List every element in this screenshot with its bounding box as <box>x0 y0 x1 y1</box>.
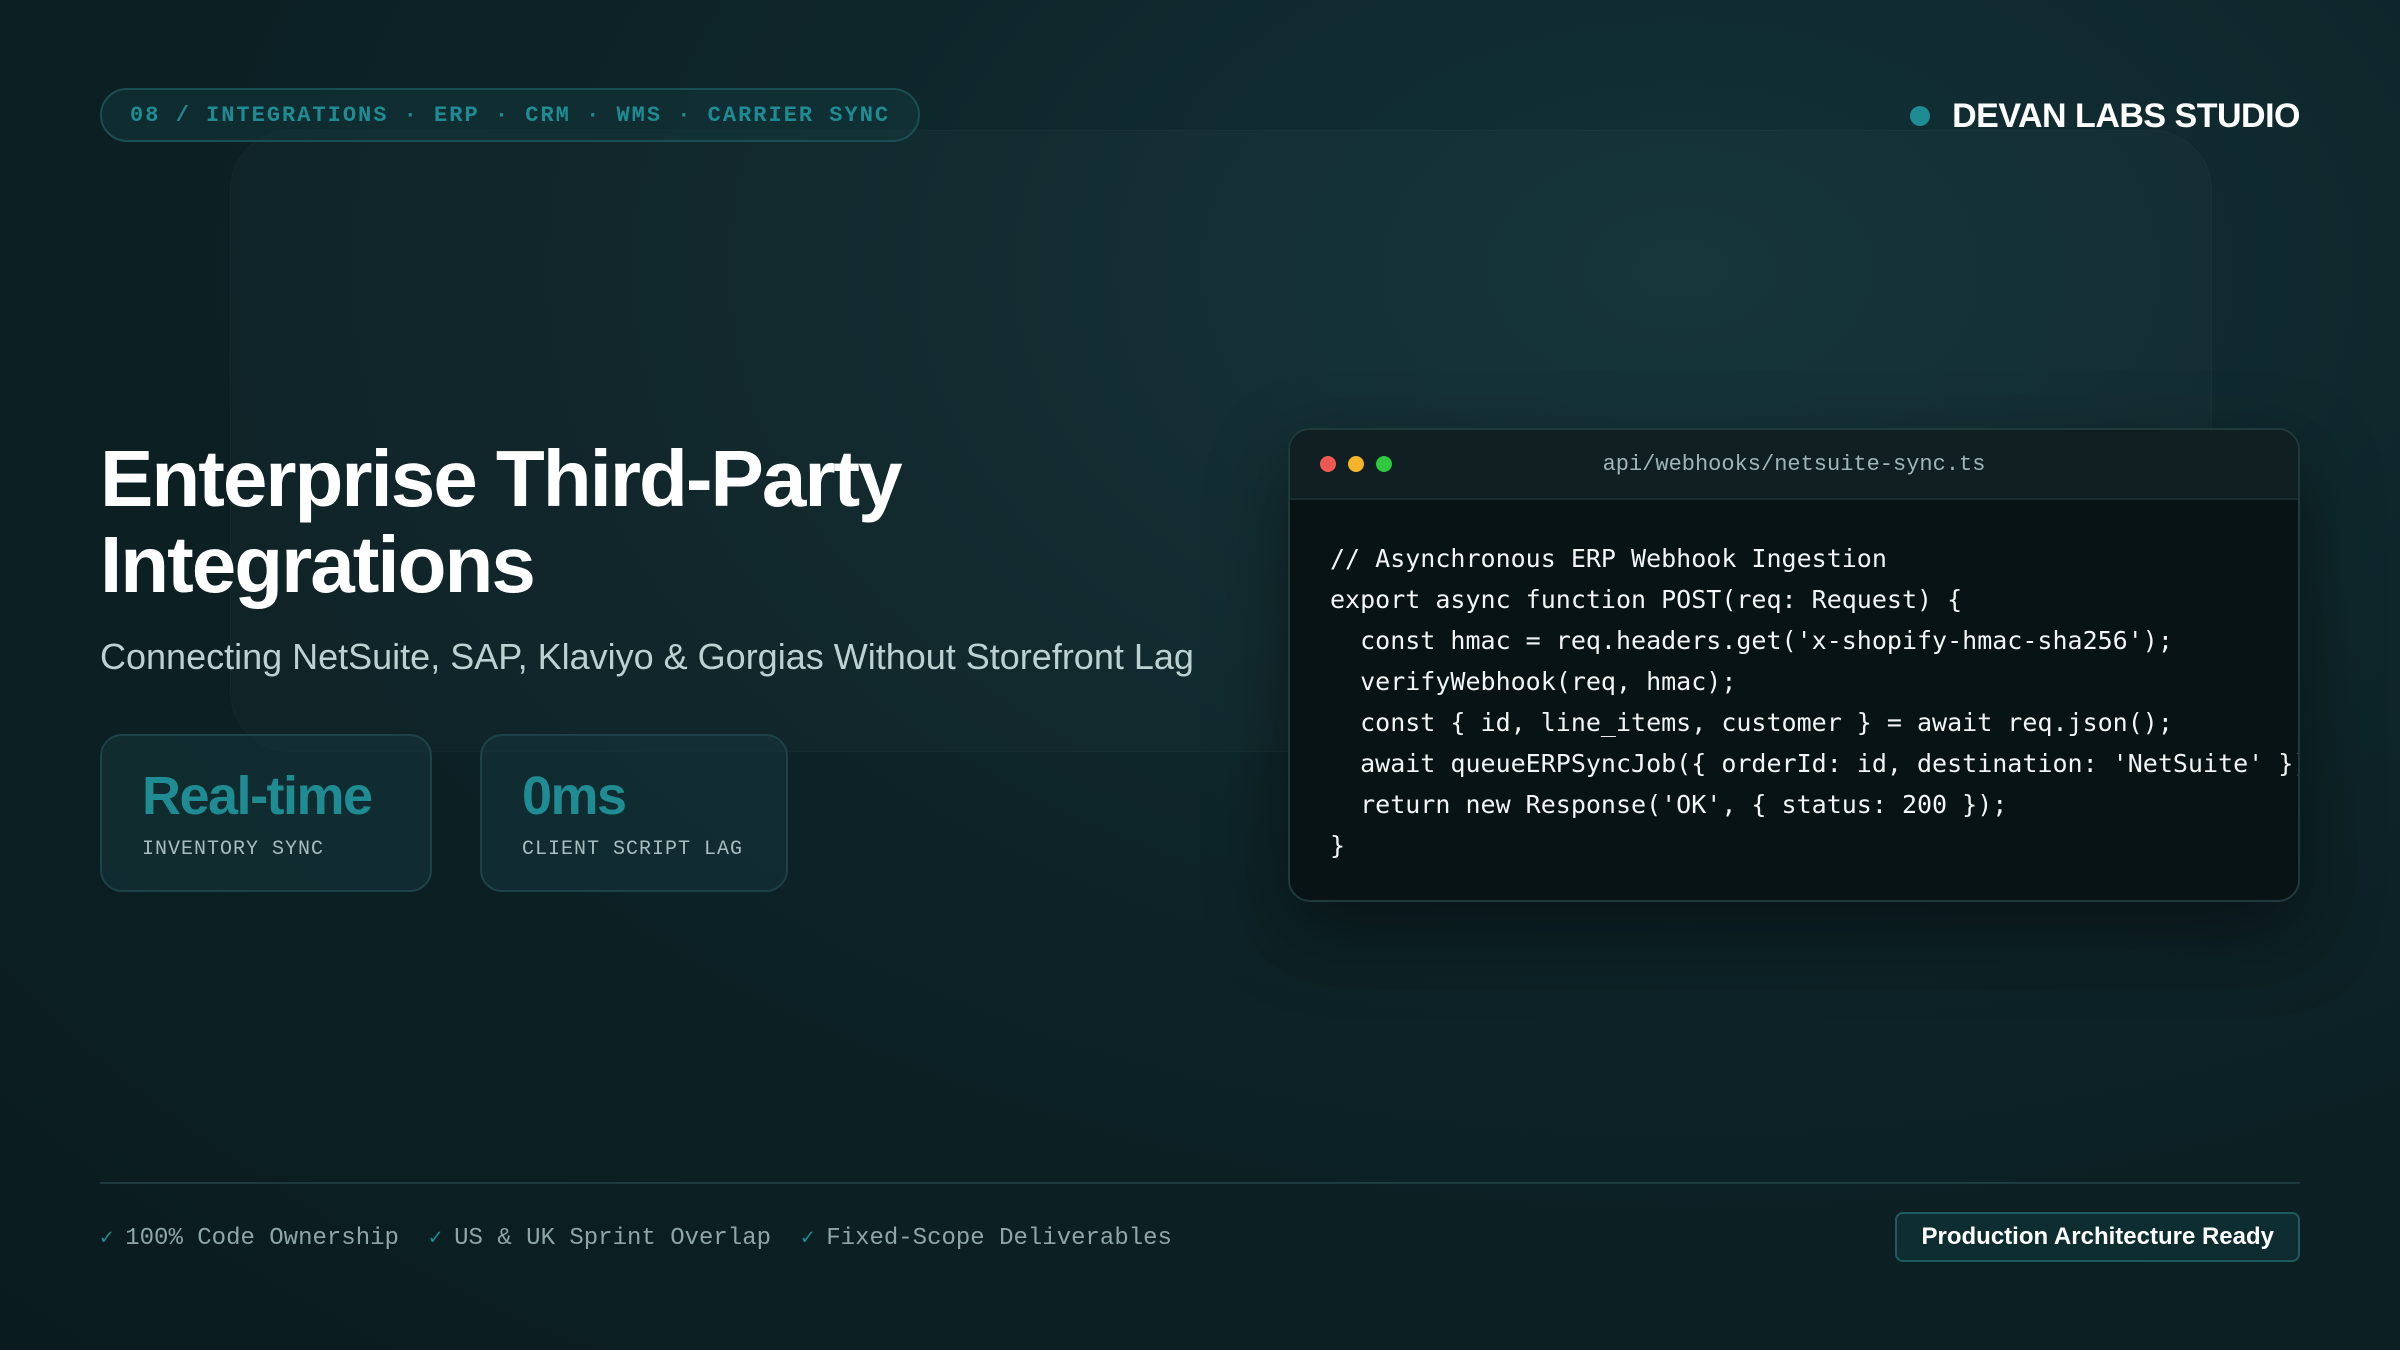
code-line: // Asynchronous ERP Webhook Ingestion <box>1330 544 1887 573</box>
code-line: const hmac = req.headers.get('x-shopify-… <box>1330 626 2173 655</box>
feature-item-sprint-overlap: ✓ US & UK Sprint Overlap <box>429 1225 771 1252</box>
code-editor-window: api/webhooks/netsuite-sync.ts // Asynchr… <box>1288 428 2300 902</box>
check-icon: ✓ <box>801 1226 815 1251</box>
code-filename: api/webhooks/netsuite-sync.ts <box>1602 452 1986 477</box>
badge-label: Production Architecture Ready <box>1921 1223 2274 1250</box>
section-breadcrumb: 08 / INTEGRATIONS · ERP · CRM · WMS · CA… <box>100 88 921 142</box>
code-block: // Asynchronous ERP Webhook Ingestion ex… <box>1290 500 2298 866</box>
code-line: export async function POST(req: Request)… <box>1330 585 1963 614</box>
code-line: await queueERPSyncJob({ orderId: id, des… <box>1330 749 2300 778</box>
feature-label: 100% Code Ownership <box>125 1224 399 1252</box>
breadcrumb-text: 08 / INTEGRATIONS · ERP · CRM · WMS · CA… <box>130 102 891 128</box>
feature-item-code-ownership: ✓ 100% Code Ownership <box>100 1225 399 1252</box>
check-icon: ✓ <box>428 1226 443 1251</box>
stat-label: CLIENT SCRIPT LAG <box>522 838 744 861</box>
code-line: } <box>1330 831 1346 860</box>
stat-card-inventory-sync: Real-time INVENTORY SYNC <box>100 734 432 892</box>
brand-name: DEVAN LABS STUDIO <box>1952 96 2300 135</box>
stat-value: Real-time <box>142 766 373 826</box>
stat-value: 0ms <box>522 766 627 826</box>
check-icon: ✓ <box>100 1226 114 1251</box>
page-title: Enterprise Third-Party Integrations <box>100 434 903 609</box>
code-line: verifyWebhook(req, hmac); <box>1330 667 1737 696</box>
code-window-titlebar: api/webhooks/netsuite-sync.ts <box>1290 430 2298 500</box>
code-line: const { id, line_items, customer } = awa… <box>1330 708 2173 737</box>
feature-list: ✓ 100% Code Ownership ✓ US & UK Sprint O… <box>100 1222 1172 1254</box>
feature-item-fixed-scope: ✓ Fixed-Scope Deliverables <box>801 1225 1172 1252</box>
code-line: return new Response('OK', { status: 200 … <box>1330 790 2008 819</box>
production-ready-badge: Production Architecture Ready <box>1895 1212 2300 1262</box>
feature-label: US & UK Sprint Overlap <box>454 1224 772 1252</box>
footer-divider <box>100 1182 2300 1184</box>
feature-label: Fixed-Scope Deliverables <box>826 1224 1172 1252</box>
brand-dot-icon <box>1910 106 1931 126</box>
brand-logo: DEVAN LABS STUDIO <box>1910 92 2300 140</box>
stat-card-client-script-lag: 0ms CLIENT SCRIPT LAG <box>480 734 788 892</box>
page-subtitle: Connecting NetSuite, SAP, Klaviyo & Gorg… <box>100 636 1194 677</box>
stat-label: INVENTORY SYNC <box>142 838 325 861</box>
